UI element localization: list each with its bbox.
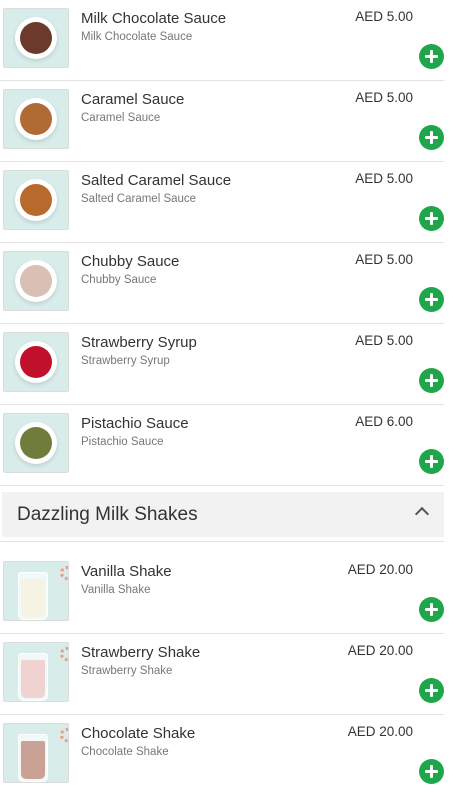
item-image (3, 89, 69, 149)
add-button-plus-icon[interactable] (419, 287, 444, 312)
item-price: AED 5.00 (355, 90, 413, 105)
item-price: AED 20.00 (347, 562, 413, 577)
item-description: Vanilla Shake (81, 584, 151, 596)
item-name: Strawberry Shake (81, 644, 201, 661)
item-description: Caramel Sauce (81, 112, 161, 124)
item-price: AED 20.00 (347, 643, 413, 658)
add-button-plus-icon[interactable] (419, 125, 444, 150)
item-description: Chocolate Shake (81, 746, 169, 758)
item-image (3, 642, 69, 702)
item-description: Salted Caramel Sauce (81, 193, 197, 205)
item-description: Pistachio Sauce (81, 436, 164, 448)
item-description: Strawberry Syrup (81, 355, 170, 367)
menu-item-vanilla-shake[interactable]: Vanilla Shake Vanilla Shake AED 20.00 (0, 553, 444, 634)
menu-item-pistachio-sauce[interactable]: Pistachio Sauce Pistachio Sauce AED 6.00 (0, 405, 444, 486)
item-name: Chocolate Shake (81, 725, 196, 742)
item-image (3, 413, 69, 473)
add-button-plus-icon[interactable] (419, 449, 444, 474)
add-button-plus-icon[interactable] (419, 678, 444, 703)
menu-item-strawberry-shake[interactable]: Strawberry Shake Strawberry Shake AED 20… (0, 634, 444, 715)
item-name: Salted Caramel Sauce (81, 172, 232, 189)
item-name: Caramel Sauce (81, 91, 185, 108)
menu-item-strawberry-syrup[interactable]: Strawberry Syrup Strawberry Syrup AED 5.… (0, 324, 444, 405)
item-price: AED 5.00 (355, 333, 413, 348)
item-name: Pistachio Sauce (81, 415, 189, 432)
add-button-plus-icon[interactable] (419, 206, 444, 231)
menu-item-salted-caramel-sauce[interactable]: Salted Caramel Sauce Salted Caramel Sauc… (0, 162, 444, 243)
item-image (3, 251, 69, 311)
menu-item-chubby-sauce[interactable]: Chubby Sauce Chubby Sauce AED 5.00 (0, 243, 444, 324)
add-button-plus-icon[interactable] (419, 44, 444, 69)
item-image (3, 723, 69, 783)
menu-item-chocolate-shake[interactable]: Chocolate Shake Chocolate Shake AED 20.0… (0, 715, 444, 796)
add-button-plus-icon[interactable] (419, 597, 444, 622)
item-price: AED 5.00 (355, 9, 413, 24)
section-title: Dazzling Milk Shakes (17, 504, 198, 525)
item-price: AED 5.00 (355, 171, 413, 186)
chevron-up-icon[interactable] (414, 506, 430, 522)
item-price: AED 5.00 (355, 252, 413, 267)
item-price: AED 6.00 (355, 414, 413, 429)
item-description: Milk Chocolate Sauce (81, 31, 193, 43)
add-button-plus-icon[interactable] (419, 759, 444, 784)
item-image (3, 332, 69, 392)
item-name: Chubby Sauce (81, 253, 180, 270)
item-image (3, 170, 69, 230)
menu-item-milk-chocolate-sauce[interactable]: Milk Chocolate Sauce Milk Chocolate Sauc… (0, 0, 444, 81)
item-name: Vanilla Shake (81, 563, 172, 580)
divider (0, 541, 444, 542)
item-description: Strawberry Shake (81, 665, 173, 677)
menu-item-caramel-sauce[interactable]: Caramel Sauce Caramel Sauce AED 5.00 (0, 81, 444, 162)
item-image (3, 561, 69, 621)
item-price: AED 20.00 (347, 724, 413, 739)
item-image (3, 8, 69, 68)
item-name: Milk Chocolate Sauce (81, 10, 227, 27)
item-name: Strawberry Syrup (81, 334, 197, 351)
add-button-plus-icon[interactable] (419, 368, 444, 393)
item-description: Chubby Sauce (81, 274, 157, 286)
section-header-milk-shakes[interactable]: Dazzling Milk Shakes (2, 492, 444, 537)
